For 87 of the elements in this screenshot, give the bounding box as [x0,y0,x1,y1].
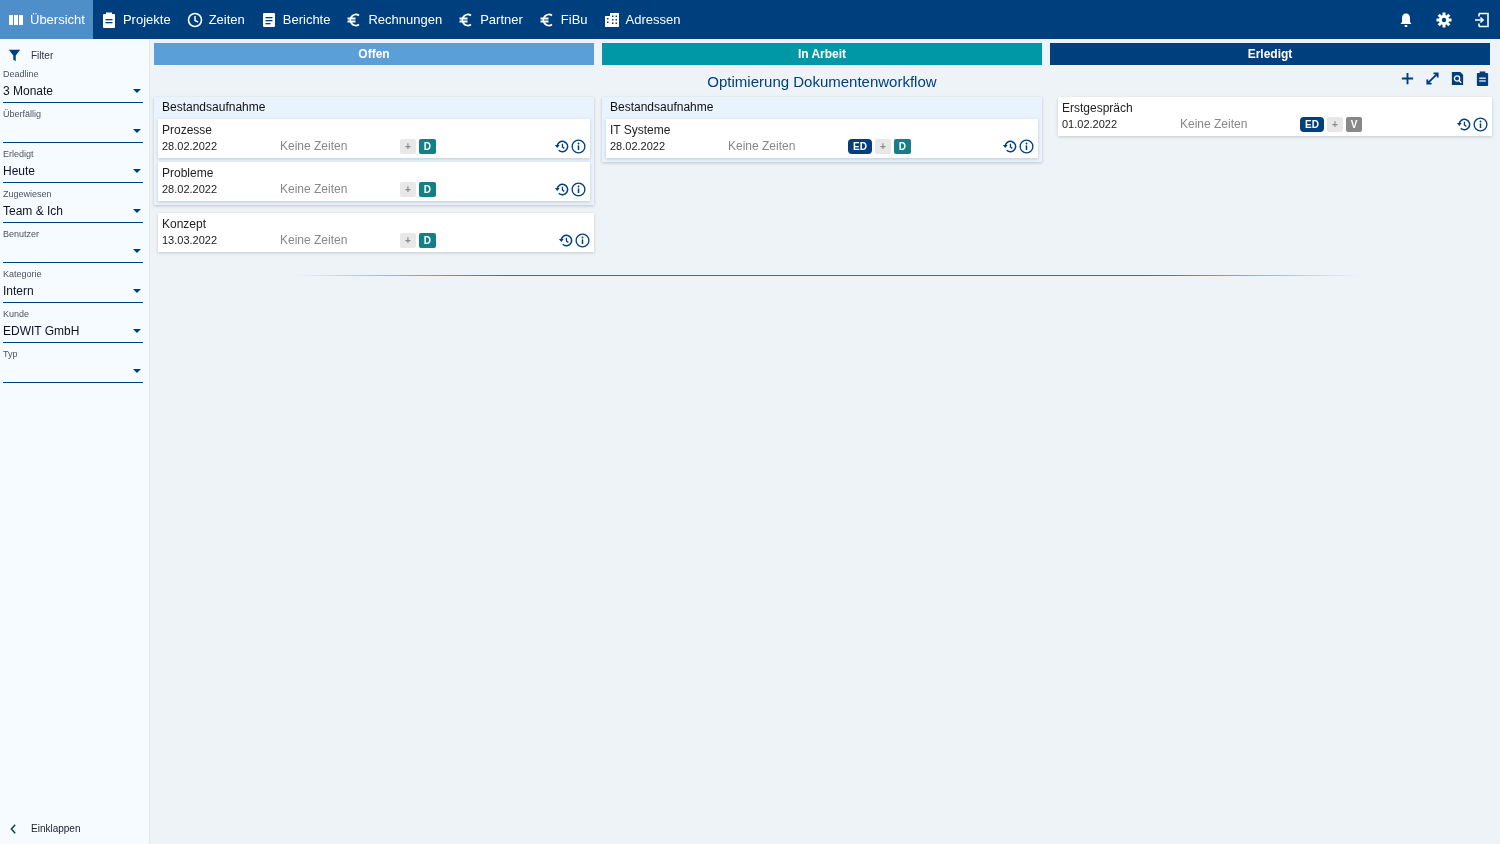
filter-select[interactable]: EDWIT GmbH [3,320,143,343]
filter-label: Deadline [3,69,40,80]
time-status: Keine Zeiten [728,139,797,153]
nav-tab[interactable]: Zeiten [178,0,253,39]
column-header: In Arbeit [602,43,1042,65]
group-title: Bestandsaufnahme [609,99,715,115]
project-title: Optimierung Dokumentenworkflow [707,72,937,90]
user-badge[interactable]: D [418,232,437,248]
filter-label: Typ [3,349,19,360]
task-name: Prozesse [162,123,214,137]
filter-select[interactable]: Intern [3,280,143,303]
task-name: Erstgespräch [1062,101,1134,115]
info-icon[interactable] [571,181,586,197]
collapse-link[interactable]: Einklappen [0,823,149,844]
task-date: 13.03.2022 [162,234,219,246]
history-icon[interactable] [1456,116,1471,132]
nav-tab[interactable]: FiBu [530,0,596,39]
info-icon[interactable] [1019,138,1034,154]
filter-label: Kunde [3,309,31,320]
clipboard-icon [100,11,117,28]
time-status: Keine Zeiten [280,182,349,196]
chevron-left-icon [10,823,17,834]
info-icon[interactable] [1473,116,1488,132]
time-status: Keine Zeiten [280,233,349,247]
nav-tab[interactable]: Berichte [252,0,339,39]
info-icon[interactable] [575,232,590,248]
task-name: IT Systeme [610,123,672,137]
group-title: Bestandsaufnahme [161,99,267,115]
task-card[interactable]: Probleme 28.02.2022 Keine Zeiten + D [158,162,590,201]
caret-icon [133,168,141,174]
task-card[interactable]: Konzept 13.03.2022 Keine Zeiten + D [158,213,594,252]
caret-icon [133,288,141,294]
history-icon[interactable] [554,181,569,197]
user-badge[interactable]: ED [1300,116,1324,132]
task-name: Konzept [162,217,208,231]
user-badge[interactable]: D [418,138,437,154]
filter-label: Zugewiesen [3,189,53,200]
filter-label: Überfällig [3,109,43,120]
nav-tab[interactable]: Projekte [92,0,179,39]
filter-select[interactable]: Team & Ich [3,200,143,223]
caret-icon [133,128,141,134]
caret-icon [133,328,141,334]
task-date: 28.02.2022 [610,140,667,152]
user-badge[interactable]: V [1345,116,1363,132]
task-card[interactable]: Prozesse 28.02.2022 Keine Zeiten + D [158,119,590,158]
document-icon [260,11,277,28]
filter-icon [8,48,21,62]
bell-icon[interactable] [1398,11,1414,28]
task-date: 28.02.2022 [162,140,219,152]
history-icon[interactable] [554,138,569,154]
filter-label: Erledigt [3,149,35,160]
user-badge[interactable]: D [893,138,911,154]
nav-tab[interactable]: Adressen [595,0,689,39]
caret-icon [133,88,141,94]
caret-icon [133,368,141,374]
task-name: Probleme [162,166,215,180]
clipboard-icon[interactable] [1475,71,1490,86]
task-date: 28.02.2022 [162,183,219,195]
task-card[interactable]: IT Systeme 28.02.2022 Keine Zeiten ED + D [606,119,1038,158]
document-search-icon[interactable] [1450,71,1465,86]
history-icon[interactable] [1002,138,1017,154]
task-card[interactable]: Erstgespräch 01.02.2022 Keine Zeiten ED + V [1058,97,1492,136]
time-status: Keine Zeiten [280,139,349,153]
logout-icon[interactable] [1474,11,1490,28]
filter-select[interactable]: Heute [3,160,143,183]
plus-icon[interactable] [1400,71,1415,86]
euro-icon [538,11,555,28]
nav-tab[interactable]: Rechnungen [338,0,451,39]
history-icon[interactable] [558,232,573,248]
filter-heading: Filter [31,49,54,61]
caret-icon [133,248,141,254]
filter-label: Kategorie [3,269,43,280]
user-badge[interactable]: ED [848,138,872,154]
info-icon[interactable] [571,138,586,154]
user-badge[interactable]: D [418,181,437,197]
time-status: Keine Zeiten [1180,117,1249,131]
task-date: 01.02.2022 [1062,118,1119,130]
filter-label: Benutzer [3,229,41,240]
expand-icon[interactable] [1425,71,1440,86]
caret-icon [133,208,141,214]
column-header: Offen [154,43,594,65]
column-header: Erledigt [1050,43,1490,65]
settings-icon[interactable] [1436,11,1452,28]
filter-select[interactable]: 3 Monate [3,80,143,103]
building-icon [603,11,620,28]
clock-icon [186,11,203,28]
nav-tab[interactable]: Partner [450,0,531,39]
